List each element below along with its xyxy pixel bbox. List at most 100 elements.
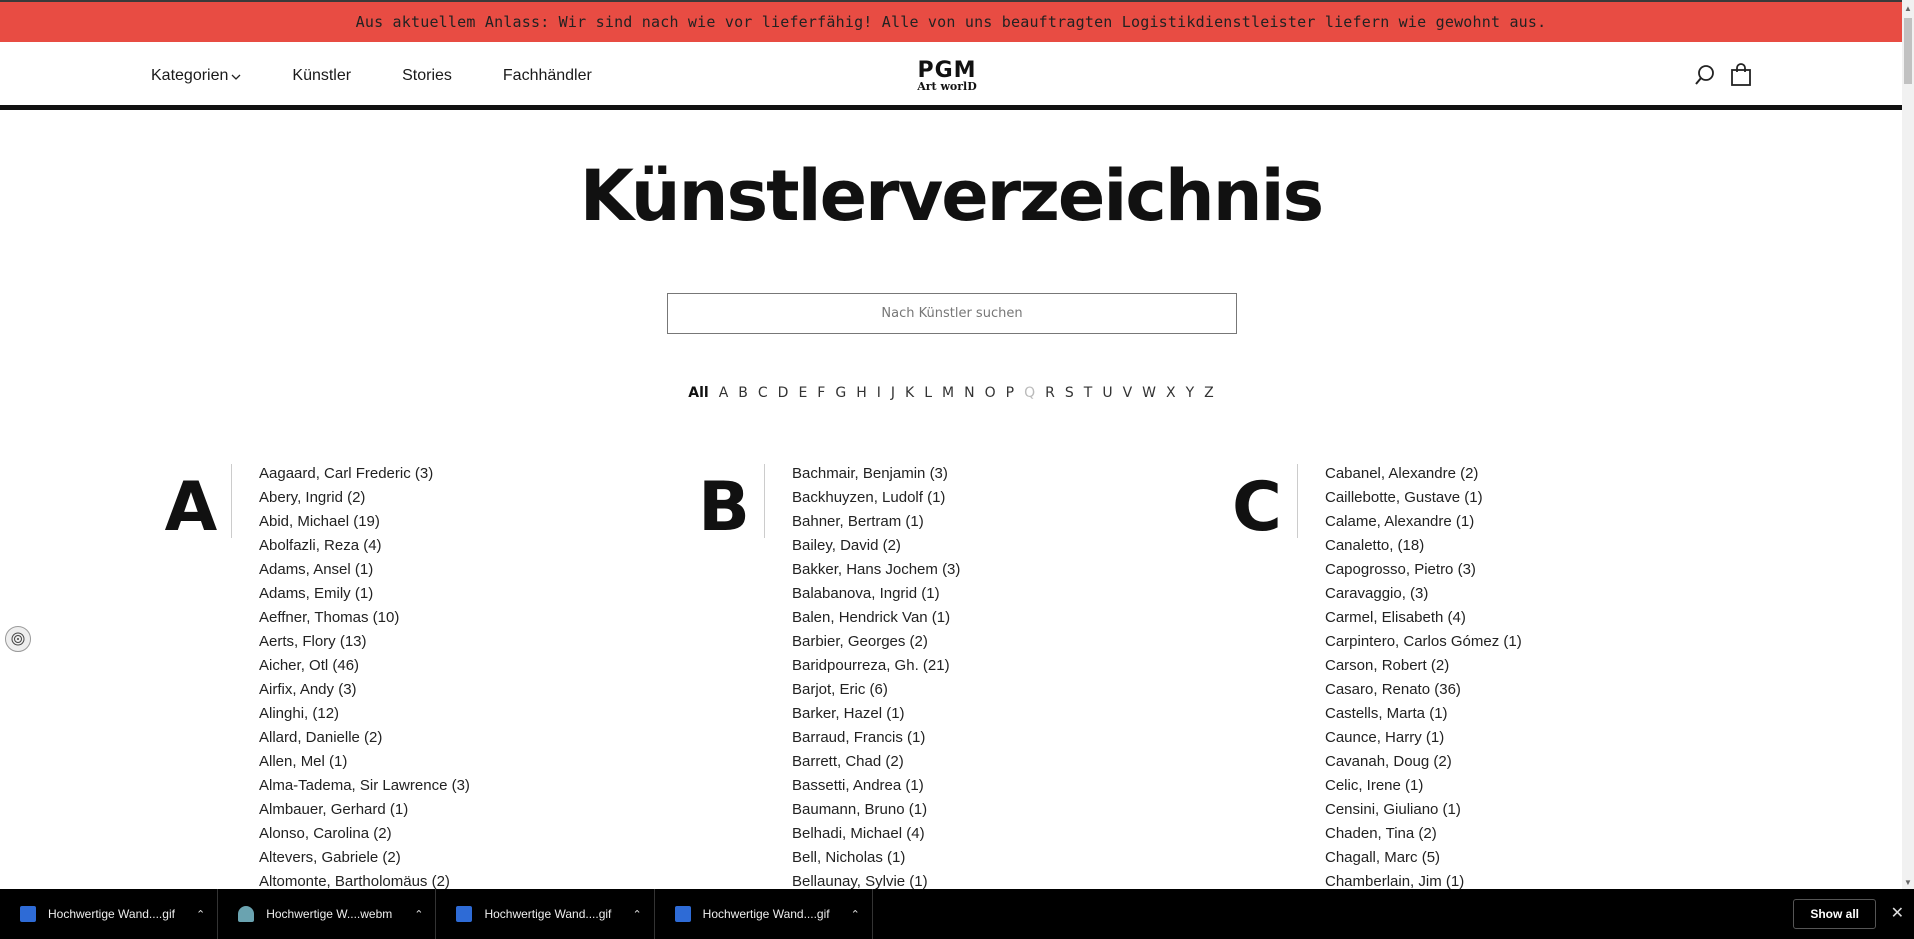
alphabet-letter-w[interactable]: W (1137, 385, 1161, 401)
alphabet-letter-z[interactable]: Z (1199, 385, 1219, 401)
artist-link[interactable]: Calame, Alexandre (1) (1325, 510, 1522, 534)
artist-link[interactable]: Abery, Ingrid (2) (259, 486, 470, 510)
artist-link[interactable]: Balabanova, Ingrid (1) (792, 582, 960, 606)
artist-link[interactable]: Baridpourreza, Gh. (21) (792, 654, 960, 678)
artist-link[interactable]: Chaden, Tina (2) (1325, 822, 1522, 846)
artist-link[interactable]: Backhuyzen, Ludolf (1) (792, 486, 960, 510)
artist-link[interactable]: Canaletto, (18) (1325, 534, 1522, 558)
artist-link[interactable]: Allen, Mel (1) (259, 750, 470, 774)
download-item[interactable]: Hochwertige Wand....gif ⌃ (655, 889, 873, 939)
cart-icon[interactable] (1730, 63, 1752, 87)
artist-link[interactable]: Bakker, Hans Jochem (3) (792, 558, 960, 582)
artist-link[interactable]: Carpintero, Carlos Gómez (1) (1325, 630, 1522, 654)
alphabet-letter-v[interactable]: V (1118, 385, 1138, 401)
alphabet-letter-c[interactable]: C (753, 385, 773, 401)
artist-link[interactable]: Aagaard, Carl Frederic (3) (259, 462, 470, 486)
alphabet-letter-k[interactable]: K (900, 385, 919, 401)
artist-link[interactable]: Censini, Giuliano (1) (1325, 798, 1522, 822)
close-icon[interactable]: ✕ (1891, 903, 1904, 923)
alphabet-letter-m[interactable]: M (937, 385, 959, 401)
artist-link[interactable]: Alinghi, (12) (259, 702, 470, 726)
nav-kuenstler[interactable]: Künstler (292, 67, 351, 85)
artist-search-box[interactable] (667, 293, 1237, 334)
artist-link[interactable]: Adams, Emily (1) (259, 582, 470, 606)
alphabet-letter-f[interactable]: F (812, 385, 830, 401)
artist-link[interactable]: Bassetti, Andrea (1) (792, 774, 960, 798)
alphabet-letter-e[interactable]: E (793, 385, 812, 401)
artist-link[interactable]: Aerts, Flory (13) (259, 630, 470, 654)
alphabet-letter-i[interactable]: I (872, 385, 886, 401)
chevron-up-icon[interactable]: ⌃ (851, 908, 860, 921)
show-all-button[interactable]: Show all (1793, 899, 1876, 929)
alphabet-letter-t[interactable]: T (1079, 385, 1098, 401)
artist-link[interactable]: Carson, Robert (2) (1325, 654, 1522, 678)
artist-link[interactable]: Caunce, Harry (1) (1325, 726, 1522, 750)
alphabet-letter-u[interactable]: U (1097, 385, 1117, 401)
alphabet-letter-h[interactable]: H (851, 385, 872, 401)
artist-link[interactable]: Alma-Tadema, Sir Lawrence (3) (259, 774, 470, 798)
alphabet-all[interactable]: All (683, 385, 713, 401)
artist-link[interactable]: Adams, Ansel (1) (259, 558, 470, 582)
alphabet-letter-x[interactable]: X (1161, 385, 1181, 401)
alphabet-letter-j[interactable]: J (886, 385, 900, 401)
page-scrollbar[interactable]: ▲ ▼ (1902, 0, 1914, 889)
scroll-down-icon[interactable]: ▼ (1904, 878, 1912, 887)
download-item[interactable]: Hochwertige W....webm ⌃ (218, 889, 437, 939)
artist-link[interactable]: Airfix, Andy (3) (259, 678, 470, 702)
alphabet-letter-o[interactable]: O (980, 385, 1001, 401)
chevron-up-icon[interactable]: ⌃ (196, 908, 205, 921)
nav-stories[interactable]: Stories (402, 67, 452, 85)
artist-link[interactable]: Almbauer, Gerhard (1) (259, 798, 470, 822)
artist-link[interactable]: Barker, Hazel (1) (792, 702, 960, 726)
artist-link[interactable]: Bahner, Bertram (1) (792, 510, 960, 534)
artist-link[interactable]: Chagall, Marc (5) (1325, 846, 1522, 870)
artist-link[interactable]: Carmel, Elisabeth (4) (1325, 606, 1522, 630)
artist-link[interactable]: Bell, Nicholas (1) (792, 846, 960, 870)
artist-link[interactable]: Castells, Marta (1) (1325, 702, 1522, 726)
artist-link[interactable]: Barbier, Georges (2) (792, 630, 960, 654)
artist-link[interactable]: Allard, Danielle (2) (259, 726, 470, 750)
alphabet-letter-b[interactable]: B (733, 385, 753, 401)
artist-link[interactable]: Alonso, Carolina (2) (259, 822, 470, 846)
alphabet-letter-s[interactable]: S (1060, 385, 1079, 401)
artist-link[interactable]: Caillebotte, Gustave (1) (1325, 486, 1522, 510)
alphabet-letter-a[interactable]: A (714, 385, 734, 401)
artist-link[interactable]: Aicher, Otl (46) (259, 654, 470, 678)
alphabet-letter-y[interactable]: Y (1181, 385, 1200, 401)
artist-link[interactable]: Aeffner, Thomas (10) (259, 606, 470, 630)
alphabet-letter-p[interactable]: P (1001, 385, 1019, 401)
artist-link[interactable]: Caravaggio, (3) (1325, 582, 1522, 606)
nav-fachhaendler[interactable]: Fachhändler (503, 67, 592, 85)
site-logo[interactable]: PGM Art worlD (912, 60, 982, 93)
scrollbar-thumb[interactable] (1904, 18, 1912, 84)
artist-link[interactable]: Celic, Irene (1) (1325, 774, 1522, 798)
artist-link[interactable]: Abid, Michael (19) (259, 510, 470, 534)
chevron-up-icon[interactable]: ⌃ (414, 908, 423, 921)
search-icon[interactable] (1694, 64, 1716, 86)
alphabet-letter-l[interactable]: L (919, 385, 937, 401)
artist-link[interactable]: Altevers, Gabriele (2) (259, 846, 470, 870)
artist-link[interactable]: Cabanel, Alexandre (2) (1325, 462, 1522, 486)
alphabet-letter-g[interactable]: G (830, 385, 851, 401)
scroll-up-icon[interactable]: ▲ (1904, 4, 1912, 13)
chevron-up-icon[interactable]: ⌃ (632, 908, 641, 921)
artist-link[interactable]: Bachmair, Benjamin (3) (792, 462, 960, 486)
download-item[interactable]: Hochwertige Wand....gif ⌃ (436, 889, 655, 939)
fingerprint-icon[interactable] (5, 626, 31, 652)
alphabet-letter-d[interactable]: D (773, 385, 794, 401)
artist-link[interactable]: Baumann, Bruno (1) (792, 798, 960, 822)
artist-link[interactable]: Barjot, Eric (6) (792, 678, 960, 702)
artist-link[interactable]: Abolfazli, Reza (4) (259, 534, 470, 558)
alphabet-letter-r[interactable]: R (1040, 385, 1060, 401)
download-item[interactable]: Hochwertige Wand....gif ⌃ (0, 889, 219, 939)
nav-kategorien[interactable]: Kategorien (151, 67, 241, 85)
alphabet-letter-n[interactable]: N (959, 385, 979, 401)
artist-link[interactable]: Barraud, Francis (1) (792, 726, 960, 750)
artist-link[interactable]: Balen, Hendrick Van (1) (792, 606, 960, 630)
artist-link[interactable]: Barrett, Chad (2) (792, 750, 960, 774)
artist-link[interactable]: Bailey, David (2) (792, 534, 960, 558)
artist-link[interactable]: Belhadi, Michael (4) (792, 822, 960, 846)
artist-link[interactable]: Cavanah, Doug (2) (1325, 750, 1522, 774)
artist-search-input[interactable] (668, 294, 1236, 333)
artist-link[interactable]: Casaro, Renato (36) (1325, 678, 1522, 702)
